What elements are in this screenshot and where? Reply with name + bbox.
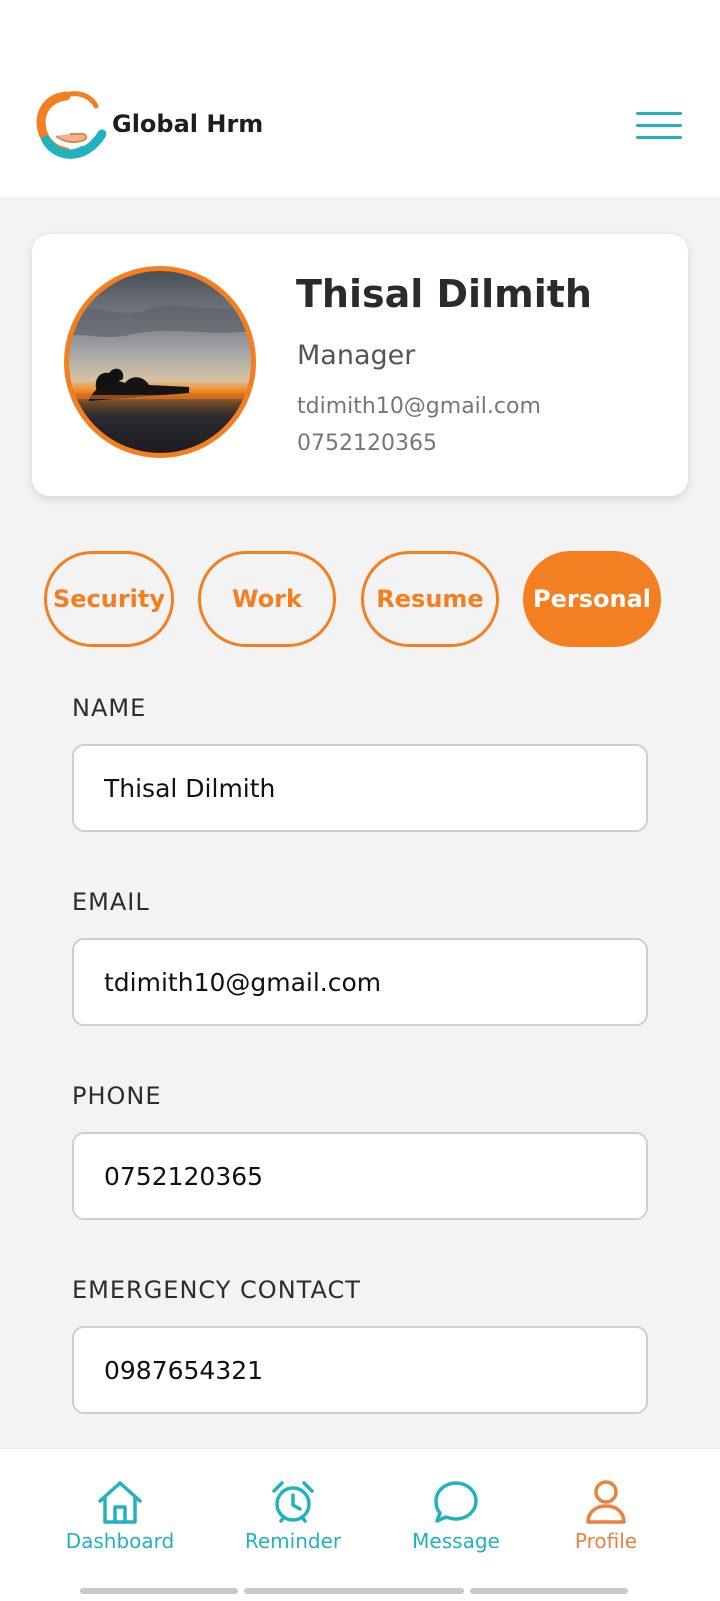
system-nav-bar bbox=[80, 1588, 238, 1594]
phone-label: PHONE bbox=[72, 1082, 162, 1110]
personal-info-form: NAME EMAIL PHONE EMERGENCY CONTACT bbox=[32, 658, 688, 1418]
name-field[interactable] bbox=[72, 744, 648, 832]
nav-profile[interactable]: Profile bbox=[536, 1479, 676, 1569]
tab-security[interactable]: Security bbox=[44, 551, 174, 647]
nav-reminder-label: Reminder bbox=[244, 1529, 342, 1553]
emergency-contact-label: EMERGENCY CONTACT bbox=[72, 1276, 361, 1304]
profile-card: Thisal Dilmith Manager tdimith10@gmail.c… bbox=[32, 234, 688, 496]
global-hrm-logo-icon bbox=[36, 90, 107, 162]
bottom-navigation: Dashboard Reminder Message Profile bbox=[0, 1448, 720, 1601]
app-title: Global Hrm bbox=[112, 110, 264, 138]
emergency-contact-field[interactable] bbox=[72, 1326, 648, 1414]
user-phone: 0752120365 bbox=[297, 431, 437, 456]
tab-resume[interactable]: Resume bbox=[361, 551, 499, 647]
hamburger-menu-icon[interactable] bbox=[636, 112, 682, 142]
nav-dashboard-label: Dashboard bbox=[65, 1529, 175, 1553]
home-icon bbox=[98, 1481, 142, 1524]
top-app-bar: Global Hrm bbox=[0, 0, 720, 199]
user-email: tdimith10@gmail.com bbox=[297, 394, 541, 419]
chat-bubble-icon bbox=[434, 1481, 478, 1523]
email-label: EMAIL bbox=[72, 888, 150, 916]
nav-profile-label: Profile bbox=[574, 1529, 638, 1553]
tab-personal[interactable]: Personal bbox=[523, 551, 661, 647]
system-nav-bar bbox=[470, 1588, 628, 1594]
nav-reminder[interactable]: Reminder bbox=[223, 1479, 363, 1569]
system-nav-bar bbox=[244, 1588, 464, 1594]
nav-message[interactable]: Message bbox=[386, 1479, 526, 1569]
user-name: Thisal Dilmith bbox=[296, 272, 592, 316]
nav-dashboard[interactable]: Dashboard bbox=[50, 1479, 190, 1569]
user-icon bbox=[586, 1480, 626, 1524]
nav-message-label: Message bbox=[412, 1529, 500, 1553]
alarm-clock-icon bbox=[272, 1481, 314, 1523]
phone-field[interactable] bbox=[72, 1132, 648, 1220]
avatar[interactable] bbox=[64, 266, 256, 458]
name-label: NAME bbox=[72, 694, 147, 722]
email-field[interactable] bbox=[72, 938, 648, 1026]
user-role: Manager bbox=[297, 340, 416, 371]
tab-work[interactable]: Work bbox=[198, 551, 336, 647]
